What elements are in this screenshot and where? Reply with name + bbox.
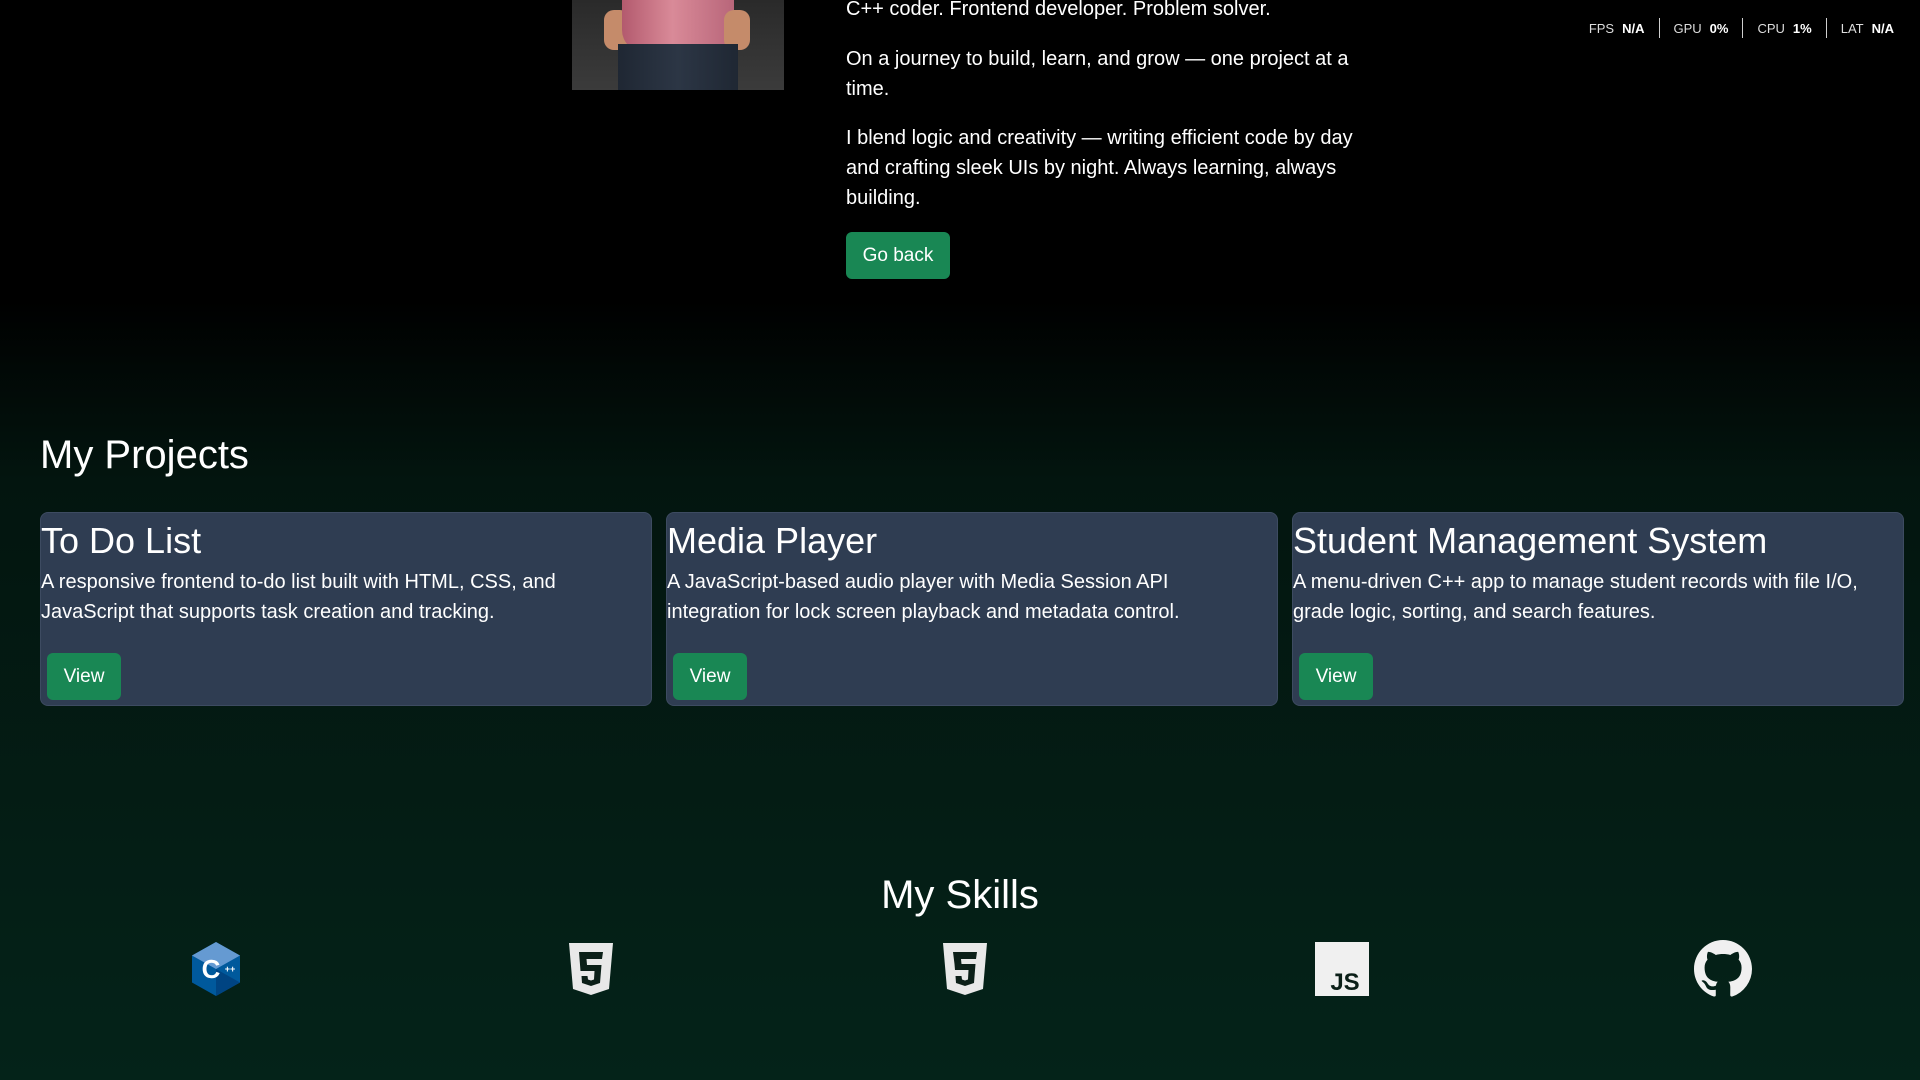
perf-cpu-label: CPU — [1757, 20, 1785, 36]
css3-icon — [936, 940, 994, 998]
photo-pants — [618, 44, 738, 90]
view-student-management-button[interactable]: View — [1299, 653, 1373, 700]
svg-text:C: C — [202, 954, 221, 984]
project-title: Student Management System — [1293, 520, 1768, 561]
project-description: A responsive frontend to-do list built w… — [41, 571, 556, 623]
project-card-student-management: Student Management System A menu-driven … — [1292, 512, 1904, 706]
cpp-icon: C ++ — [187, 940, 245, 998]
perf-fps-label: FPS — [1588, 20, 1615, 36]
perf-cpu: CPU 1% — [1742, 18, 1825, 38]
perf-fps: FPS N/A — [1575, 18, 1659, 38]
perf-gpu-value: 0% — [1709, 20, 1729, 36]
html5-icon — [562, 940, 620, 998]
view-todo-button[interactable]: View — [47, 653, 121, 700]
perf-cpu-value: 1% — [1792, 20, 1812, 36]
svg-text:++: ++ — [225, 964, 236, 974]
about-tagline: C++ coder. Frontend developer. Problem s… — [846, 0, 1271, 20]
project-card-todo: To Do List A responsive frontend to-do l… — [40, 512, 652, 706]
projects-heading: My Projects — [40, 433, 249, 477]
profile-photo — [572, 0, 784, 90]
skills-heading: My Skills — [881, 873, 1039, 917]
javascript-icon: JS — [1313, 940, 1371, 998]
view-media-player-button[interactable]: View — [673, 653, 747, 700]
perf-gpu-label: GPU — [1673, 20, 1702, 36]
perf-lat: LAT N/A — [1825, 18, 1908, 38]
go-back-button[interactable]: Go back — [846, 232, 950, 279]
about-bio-text: I blend logic and creativity — writing e… — [846, 127, 1353, 209]
perf-fps-value: N/A — [1622, 20, 1645, 36]
perf-gpu: GPU 0% — [1658, 18, 1743, 38]
project-title: To Do List — [41, 520, 202, 561]
project-description: A menu-driven C++ app to manage student … — [1293, 571, 1858, 623]
github-icon — [1694, 940, 1752, 998]
about-journey-text: On a journey to build, learn, and grow —… — [846, 48, 1349, 100]
svg-text:JS: JS — [1330, 969, 1359, 996]
project-card-media-player: Media Player A JavaScript-based audio pl… — [666, 512, 1278, 706]
project-description: A JavaScript-based audio player with Med… — [667, 571, 1180, 623]
project-title: Media Player — [667, 520, 878, 561]
perf-lat-label: LAT — [1840, 20, 1864, 36]
performance-overlay: FPS N/A GPU 0% CPU 1% LAT N/A — [1575, 18, 1908, 38]
perf-lat-value: N/A — [1871, 20, 1894, 36]
